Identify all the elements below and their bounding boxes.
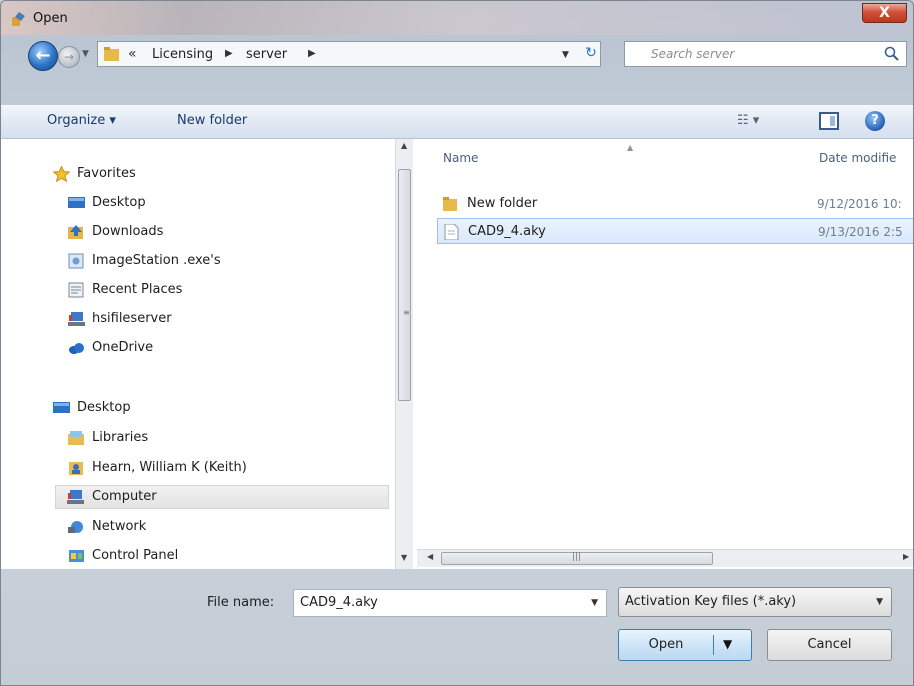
recent-places-icon	[68, 282, 84, 298]
address-history-dropdown[interactable]: ▼	[562, 50, 569, 60]
file-name-input[interactable]: CAD9_4.aky ▼	[293, 589, 607, 617]
nav-item-imagestation[interactable]: ImageStation .exe's	[68, 250, 378, 274]
breadcrumb-separator-icon[interactable]: ▶	[225, 48, 233, 59]
file-type-select[interactable]: Activation Key files (*.aky) ▼	[618, 587, 892, 617]
network-drive-icon	[68, 312, 85, 326]
arrow-left-icon: ←	[35, 45, 51, 66]
window-title: Open	[33, 11, 68, 26]
nav-item-onedrive[interactable]: OneDrive	[68, 337, 378, 361]
split-divider	[713, 635, 714, 655]
scroll-down-arrow-icon[interactable]: ▼	[401, 553, 407, 562]
change-view-button[interactable]: ☷ ▾	[737, 113, 777, 131]
nav-item-network[interactable]: Network	[68, 516, 378, 540]
star-icon	[53, 166, 70, 182]
search-input[interactable]: Search server	[624, 41, 907, 67]
back-button[interactable]: ←	[28, 41, 58, 71]
breadcrumb-server[interactable]: server	[246, 47, 287, 62]
network-icon	[68, 521, 83, 533]
open-button[interactable]: Open ▼	[618, 629, 752, 661]
nav-item-favorites[interactable]: Favorites	[53, 163, 373, 187]
search-placeholder: Search server	[651, 47, 735, 61]
nav-item-downloads[interactable]: Downloads	[68, 221, 378, 245]
column-header-date[interactable]: Date modifie	[819, 151, 896, 165]
breadcrumb-separator-icon[interactable]: ▶	[308, 48, 316, 59]
close-button[interactable]: X	[862, 3, 907, 23]
command-bar: Organize ▾ New folder ☷ ▾ ?	[1, 105, 913, 139]
cloud-icon	[69, 343, 84, 354]
scroll-thumb[interactable]: |||	[441, 552, 713, 565]
user-folder-icon	[69, 462, 83, 475]
computer-icon	[67, 490, 84, 504]
nav-item-desktop-root[interactable]: Desktop	[53, 397, 373, 421]
nav-item-desktop[interactable]: Desktop	[68, 192, 378, 216]
libraries-icon	[68, 431, 84, 445]
address-row: ← → ▼ « Licensing ▶ server ▶ ▼ ↻ Search …	[1, 35, 913, 75]
scroll-up-arrow-icon[interactable]: ▲	[401, 141, 407, 150]
app-icon	[12, 12, 25, 26]
file-list-horizontal-scrollbar[interactable]: ◀ ||| ▶	[417, 549, 913, 567]
open-dialog: Open X ← → ▼ « Licensing ▶ server ▶ ▼ ↻ …	[0, 0, 914, 686]
breadcrumb-overflow[interactable]: «	[128, 46, 137, 62]
navigation-pane: Favorites Desktop Downloads ImageStation…	[1, 139, 413, 569]
grip-icon: |||	[572, 552, 582, 562]
title-bar[interactable]: Open X	[1, 1, 913, 35]
chevron-down-icon: ▼	[876, 597, 883, 607]
search-icon[interactable]	[884, 46, 900, 62]
nav-item-computer[interactable]: Computer	[55, 485, 389, 509]
scroll-thumb[interactable]: ≡	[398, 169, 411, 401]
organize-menu[interactable]: Organize ▾	[47, 113, 116, 128]
control-panel-icon	[69, 550, 84, 562]
nav-item-libraries[interactable]: Libraries	[68, 427, 378, 451]
arrow-right-icon: →	[63, 50, 75, 64]
file-name-label: File name:	[207, 595, 275, 610]
nav-item-control-panel[interactable]: Control Panel	[68, 545, 378, 569]
folder-icon	[104, 47, 119, 61]
column-header-name[interactable]: Name	[443, 151, 478, 165]
sort-ascending-icon: ▲	[627, 143, 634, 152]
open-button-label: Open	[648, 637, 684, 652]
scroll-left-arrow-icon[interactable]: ◀	[427, 552, 433, 561]
nav-item-recent-places[interactable]: Recent Places	[68, 279, 378, 303]
file-name-value: CAD9_4.aky	[300, 595, 378, 610]
file-row-cad9-aky[interactable]: CAD9_4.aky 9/13/2016 2:5	[437, 218, 913, 244]
file-row-new-folder[interactable]: New folder 9/12/2016 10:	[437, 191, 913, 217]
navigation-scrollbar[interactable]: ▲ ≡ ▼	[395, 139, 413, 569]
file-list: Name ▲ Date modifie New folder 9/12/2016…	[413, 139, 913, 569]
scroll-right-arrow-icon[interactable]: ▶	[903, 552, 909, 561]
nav-item-user-folder[interactable]: Hearn, William K (Keith)	[68, 457, 378, 481]
grip-icon: ≡	[403, 308, 410, 317]
address-bar[interactable]: « Licensing ▶ server ▶ ▼ ↻	[97, 41, 601, 67]
forward-button[interactable]: →	[58, 46, 80, 68]
downloads-icon	[68, 225, 83, 239]
chevron-down-icon[interactable]: ▼	[591, 598, 598, 608]
cancel-button[interactable]: Cancel	[767, 629, 892, 661]
refresh-button[interactable]: ↻	[582, 45, 600, 63]
recent-pages-dropdown[interactable]: ▼	[82, 49, 89, 59]
desktop-icon	[68, 197, 85, 208]
file-type-value: Activation Key files (*.aky)	[625, 594, 797, 609]
nav-item-hsifileserver[interactable]: hsifileserver	[68, 308, 378, 332]
folder-icon	[443, 197, 457, 211]
preview-pane-button[interactable]	[819, 112, 839, 130]
file-icon	[444, 224, 459, 240]
help-button[interactable]: ?	[865, 111, 885, 131]
new-folder-button[interactable]: New folder	[177, 113, 247, 128]
library-icon	[68, 253, 84, 269]
open-options-dropdown-icon[interactable]: ▼	[723, 637, 732, 651]
breadcrumb-licensing[interactable]: Licensing	[152, 47, 213, 62]
desktop-icon	[53, 402, 70, 413]
